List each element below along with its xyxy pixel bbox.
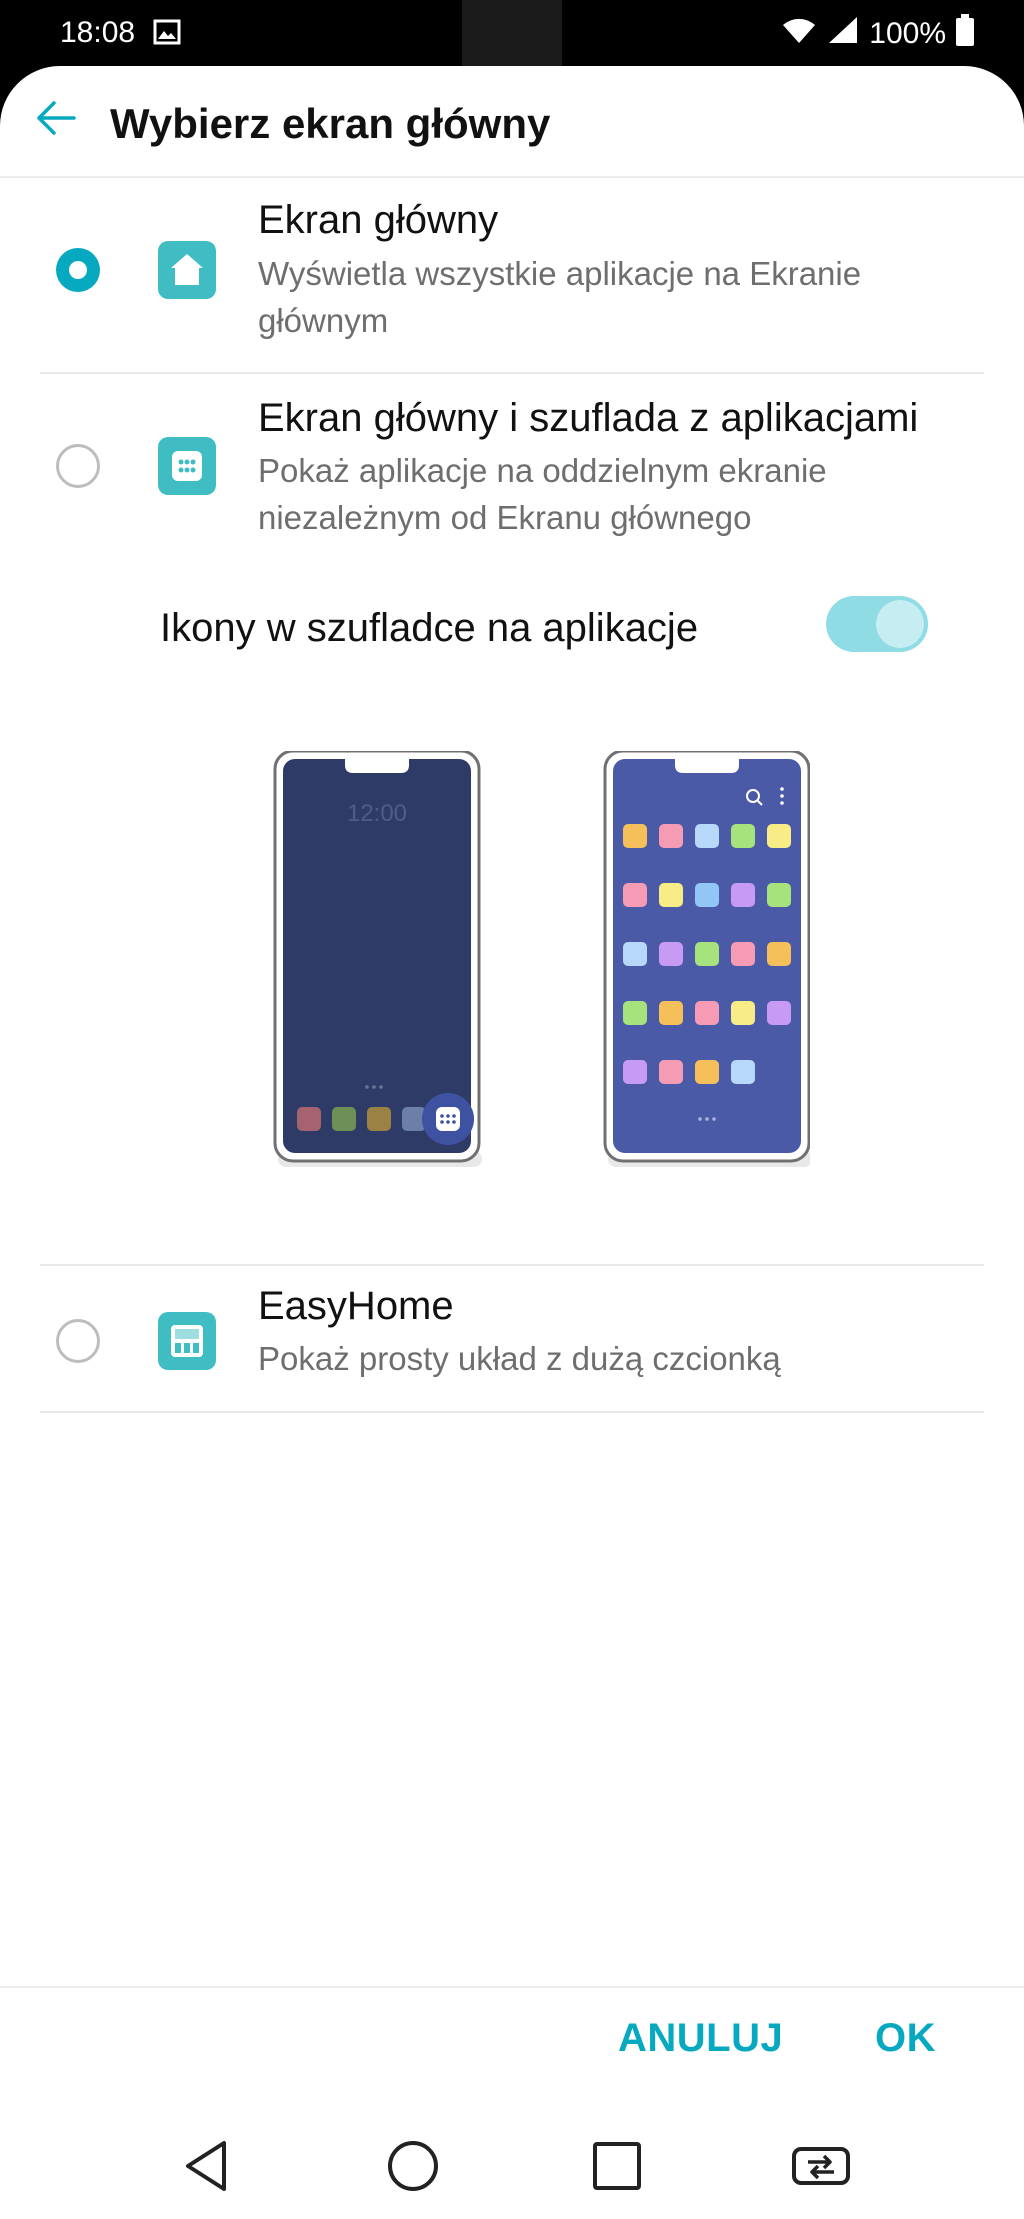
easyhome-icon	[158, 1312, 216, 1370]
home-screen-phone-illustration: 12:00	[273, 749, 482, 1167]
option-description: Wyświetla wszystkie aplikacje na Ekranie…	[258, 255, 862, 339]
layout-illustration: 12:00	[270, 749, 812, 1191]
app-drawer-icon	[158, 437, 216, 495]
lock-time: 12:00	[347, 800, 407, 827]
divider	[40, 1264, 984, 1266]
ok-button[interactable]: OK	[875, 2016, 936, 2061]
option-description: Pokaż aplikacje na oddzielnym ekranie ni…	[258, 452, 827, 536]
status-time: 18:08	[60, 16, 136, 49]
option-title: EasyHome	[258, 1284, 454, 1328]
option-title: Ekran główny	[258, 198, 499, 242]
toggle-knob	[876, 600, 924, 648]
option-title: Ekran główny i szuflada z aplikacjami	[258, 396, 919, 440]
divider	[40, 1411, 984, 1413]
nav-home-icon[interactable]	[378, 2131, 448, 2201]
radio-easyhome[interactable]	[56, 1319, 100, 1363]
option-easyhome[interactable]: EasyHome Pokaż prosty układ z dużą czcio…	[40, 1281, 984, 1411]
back-arrow-icon[interactable]	[30, 92, 82, 144]
radio-home-and-drawer[interactable]	[56, 444, 100, 488]
wifi-icon	[781, 15, 817, 53]
status-bar: 18:08 100%	[0, 0, 1024, 66]
dialog-sheet: Wybierz ekran główny Ekran główny Wyświe…	[0, 66, 1024, 2219]
nav-switch-app-icon[interactable]	[786, 2131, 856, 2201]
drawer-icons-label: Ikony w szufladce na aplikacje	[160, 606, 699, 650]
divider	[40, 372, 984, 374]
page-title: Wybierz ekran główny	[110, 100, 551, 147]
cancel-button[interactable]: ANULUJ	[618, 2016, 783, 2061]
option-home-screen[interactable]: Ekran główny Wyświetla wszystkie aplikac…	[40, 196, 984, 416]
watermark	[462, 0, 562, 66]
home-icon	[158, 241, 216, 299]
signal-icon	[827, 15, 859, 53]
app-drawer-phone-illustration	[603, 749, 812, 1167]
battery-icon	[956, 14, 974, 54]
drawer-icons-toggle[interactable]	[826, 596, 928, 652]
battery-level: 100%	[869, 17, 946, 50]
image-notification-icon	[152, 17, 182, 55]
footer-divider	[0, 1986, 1024, 1988]
app-bar: Wybierz ekran główny	[0, 66, 1024, 178]
nav-back-icon[interactable]	[174, 2131, 244, 2201]
nav-recents-icon[interactable]	[582, 2131, 652, 2201]
option-description: Pokaż prosty układ z dużą czcionką	[258, 1340, 781, 1377]
option-home-and-drawer[interactable]: Ekran główny i szuflada z aplikacjami Po…	[40, 396, 984, 596]
radio-home-screen[interactable]	[56, 248, 100, 292]
navigation-bar	[0, 2111, 1024, 2219]
